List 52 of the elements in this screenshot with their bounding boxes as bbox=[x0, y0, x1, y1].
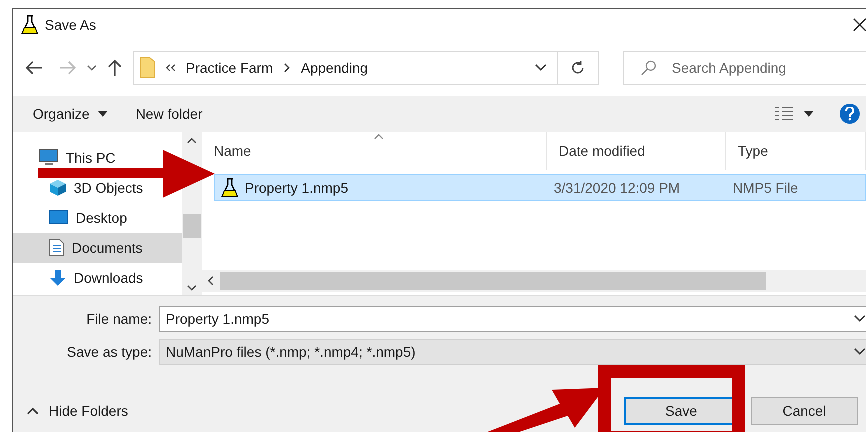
file-name: Property 1.nmp5 bbox=[245, 180, 348, 196]
help-icon[interactable] bbox=[840, 104, 860, 124]
file-flask-icon bbox=[221, 178, 239, 198]
scroll-up-icon[interactable] bbox=[187, 138, 198, 144]
field-label: Save as type: bbox=[66, 344, 153, 360]
breadcrumb[interactable]: Practice Farm bbox=[186, 60, 274, 76]
caret-icon bbox=[98, 111, 108, 117]
address-dropdown-icon bbox=[535, 64, 547, 72]
field-label: File name: bbox=[86, 311, 153, 327]
refresh-icon[interactable] bbox=[570, 60, 586, 76]
date-modified: 3/31/2020 12:09 PM bbox=[554, 180, 680, 196]
document-icon bbox=[49, 239, 65, 257]
hide-folders-button[interactable]: Hide Folders bbox=[13, 402, 134, 420]
toolbar-button[interactable]: Organize bbox=[21, 102, 120, 126]
search-field[interactable]: Search Appending bbox=[623, 51, 866, 85]
cube-icon bbox=[49, 179, 67, 197]
scroll-thumb[interactable] bbox=[220, 272, 766, 290]
window-title: Save As bbox=[45, 16, 96, 32]
scroll-down-icon[interactable] bbox=[187, 285, 198, 291]
file-name-field[interactable]: Property 1.nmp5 bbox=[159, 306, 866, 332]
caret-icon bbox=[804, 111, 814, 117]
up-arrow-icon[interactable] bbox=[107, 59, 123, 77]
sort-caret-icon bbox=[374, 134, 384, 140]
nav-item[interactable]: Documents bbox=[13, 233, 182, 263]
cancel-button[interactable]: Cancel bbox=[751, 397, 858, 425]
monitor-icon bbox=[39, 149, 59, 167]
recent-dropdown-icon[interactable] bbox=[87, 65, 97, 71]
file-row[interactable]: Property 1.nmp5 3/31/2020 12:09 PM NMP5 File bbox=[214, 174, 866, 201]
nav-item[interactable]: Desktop bbox=[13, 208, 128, 228]
nav-item[interactable]: 3D Objects bbox=[13, 178, 144, 198]
view-options-icon[interactable] bbox=[774, 106, 794, 122]
back-arrow-icon[interactable] bbox=[25, 60, 43, 76]
search-icon bbox=[641, 60, 657, 76]
caret-up-icon bbox=[27, 407, 39, 415]
column-header[interactable]: Type bbox=[726, 132, 866, 170]
file-type: NMP5 File bbox=[733, 180, 798, 196]
scroll-thumb[interactable] bbox=[183, 214, 202, 238]
download-arrow-icon bbox=[49, 269, 67, 287]
column-header[interactable]: Date modified bbox=[547, 132, 726, 170]
toolbar-button[interactable]: New folder bbox=[124, 102, 215, 126]
scroll-left-icon[interactable] bbox=[208, 276, 214, 286]
breadcrumb[interactable]: Appending bbox=[301, 60, 368, 76]
nav-item[interactable]: Downloads bbox=[13, 268, 144, 288]
address-bar[interactable]: Practice Farm Appending bbox=[133, 51, 599, 85]
file-type-dropdown[interactable]: NuManPro files (*.nmp; *.nmp4; *.nmp5) bbox=[159, 339, 866, 365]
chevron-right-icon bbox=[283, 63, 292, 73]
nav-item[interactable]: This PC bbox=[13, 148, 116, 168]
desktop-icon bbox=[49, 210, 69, 226]
horizontal-scrollbar[interactable] bbox=[202, 270, 866, 292]
app-icon bbox=[21, 14, 39, 34]
folder-icon bbox=[140, 57, 156, 79]
double-chevron-left-icon bbox=[166, 64, 176, 72]
